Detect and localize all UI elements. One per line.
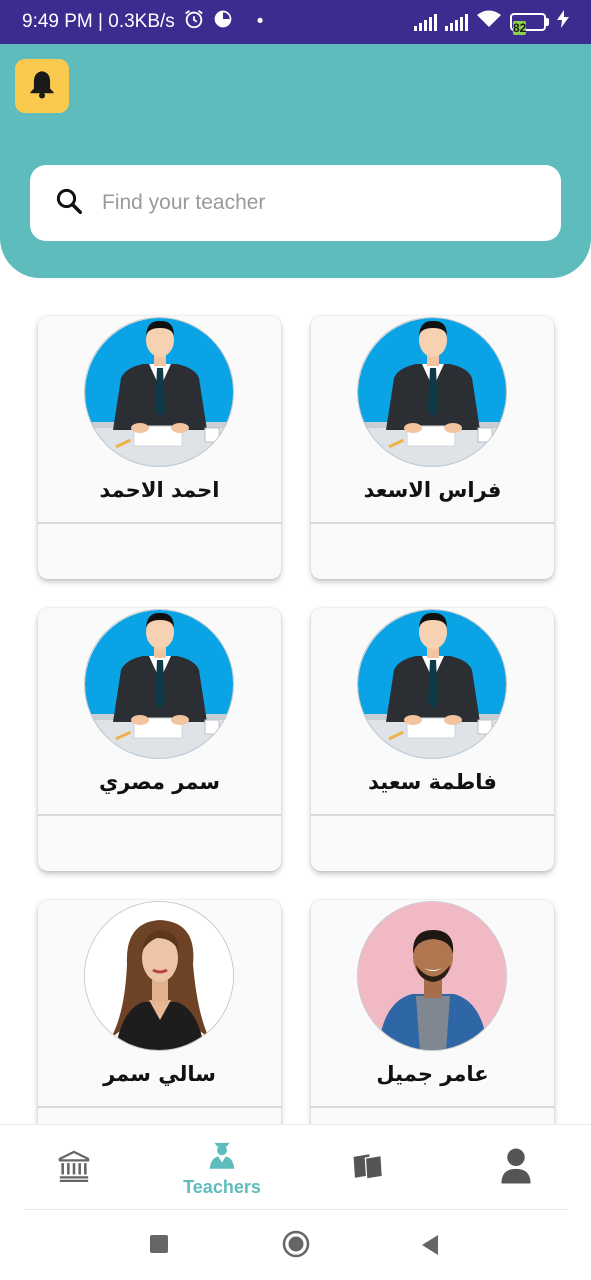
nav-teachers-label: Teachers [183,1177,261,1197]
search-input[interactable] [102,191,522,215]
bottom-nav: Teachers [0,1124,591,1210]
card-divider [311,522,554,524]
institution-icon [57,1149,91,1188]
teacher-name: سالي سمر [103,1062,216,1086]
status-bar: 9:49 PM | 0.3KB/s • 82 [0,0,591,44]
teacher-card[interactable]: فراس الاسعد [311,316,554,579]
teacher-card[interactable]: فاطمة سعيد [311,608,554,871]
teacher-name: فراس الاسعد [363,478,502,502]
search-bar[interactable] [30,165,561,241]
status-dot: • [256,11,264,32]
teacher-name: سمر مصري [98,770,221,794]
nav-profile[interactable] [484,1125,548,1211]
recent-apps-button[interactable] [150,1235,168,1258]
teacher-avatar [84,317,234,467]
back-button[interactable] [420,1234,440,1261]
bell-icon [28,69,56,104]
nav-teachers[interactable]: Teachers [172,1125,272,1211]
nav-institution[interactable] [42,1125,106,1211]
teacher-card[interactable]: احمد الاحمد [38,316,281,579]
signal-icon [414,13,437,31]
card-divider [311,1106,554,1108]
teacher-name: عامر جميل [376,1062,489,1086]
teacher-avatar [357,901,507,1051]
alarm-icon [183,8,205,36]
battery-icon: 82 [510,13,549,35]
data-saver-icon [213,9,233,35]
battery-level: 82 [513,21,527,35]
charging-icon [557,10,569,34]
status-time: 9:49 PM | 0.3KB/s [22,11,175,32]
nav-books[interactable] [336,1125,400,1211]
home-button[interactable] [282,1230,310,1263]
teacher-avatar [84,609,234,759]
teacher-avatar [84,901,234,1051]
header [0,44,591,278]
signal-icon-2 [445,13,468,31]
teacher-icon [207,1138,237,1175]
books-icon [351,1151,385,1186]
notification-button[interactable] [15,59,69,113]
teacher-avatar [357,609,507,759]
card-divider [38,814,281,816]
teacher-name: احمد الاحمد [99,478,220,502]
card-divider [38,522,281,524]
teacher-name: فاطمة سعيد [368,770,497,794]
card-divider [38,1106,281,1108]
wifi-icon [476,9,502,35]
profile-icon [500,1147,532,1190]
app-screen: 9:49 PM | 0.3KB/s • 82 Find your teacher… [0,0,591,1280]
system-nav-bar [0,1210,591,1280]
teacher-avatar [357,317,507,467]
search-icon [54,186,84,221]
card-divider [311,814,554,816]
teacher-card[interactable]: سمر مصري [38,608,281,871]
